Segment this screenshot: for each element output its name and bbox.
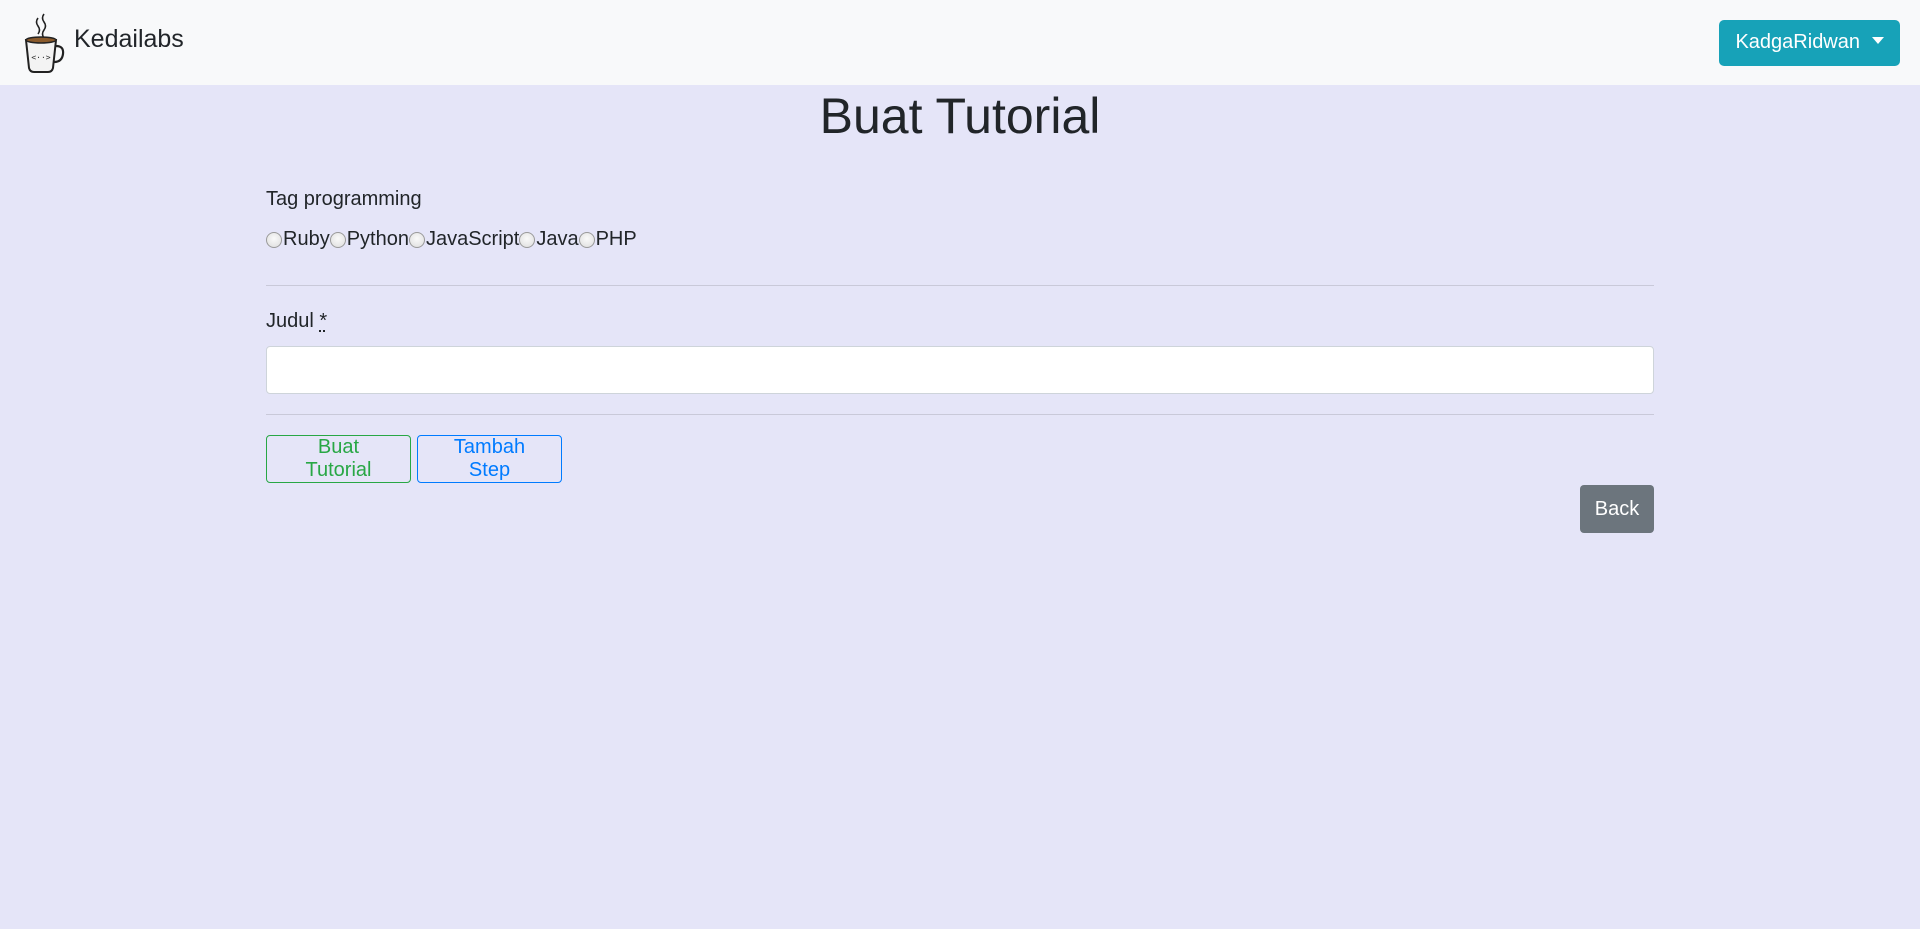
divider bbox=[266, 414, 1654, 415]
tag-option-label: Python bbox=[346, 228, 409, 250]
tag-option-label: Java bbox=[536, 228, 579, 250]
user-menu-label: KadgaRidwan bbox=[1735, 31, 1860, 53]
tag-option-javascript[interactable]: JavaScript bbox=[408, 228, 520, 251]
tag-option-java[interactable]: Java bbox=[519, 228, 579, 251]
navbar: <··> Kedailabs KadgaRidwan bbox=[0, 0, 1920, 85]
radio-button[interactable] bbox=[329, 231, 346, 248]
judul-label-text: Judul bbox=[266, 310, 314, 332]
tag-option-python[interactable]: Python bbox=[329, 228, 409, 251]
tag-option-php[interactable]: PHP bbox=[578, 228, 637, 251]
tag-option-ruby[interactable]: Ruby bbox=[266, 228, 330, 251]
brand-link[interactable]: <··> Kedailabs bbox=[20, 12, 184, 74]
radio-button[interactable] bbox=[408, 231, 425, 248]
divider bbox=[266, 285, 1654, 286]
page-title: Buat Tutorial bbox=[819, 88, 1101, 144]
radio-button[interactable] bbox=[266, 231, 282, 248]
user-menu-button[interactable]: KadgaRidwan bbox=[1719, 19, 1900, 66]
tag-option-label: JavaScript bbox=[425, 228, 520, 250]
brand-name: Kedailabs bbox=[74, 25, 184, 53]
radio-button[interactable] bbox=[519, 231, 536, 248]
caret-down-icon bbox=[1872, 37, 1884, 44]
judul-label: Judul * bbox=[266, 310, 327, 333]
tag-option-label: PHP bbox=[595, 228, 637, 250]
back-button[interactable]: Back bbox=[1580, 485, 1654, 533]
svg-text:<··>: <··> bbox=[31, 53, 50, 62]
add-step-button[interactable]: Tambah Step bbox=[417, 435, 562, 483]
tag-option-label: Ruby bbox=[283, 228, 330, 250]
tag-programming-label: Tag programming bbox=[266, 188, 422, 210]
tag-radio-group: Ruby Python JavaScript Java PHP bbox=[266, 228, 637, 251]
radio-button[interactable] bbox=[578, 231, 595, 248]
coffee-cup-code-icon: <··> bbox=[24, 13, 65, 73]
judul-input[interactable] bbox=[266, 346, 1654, 394]
create-tutorial-button[interactable]: Buat Tutorial bbox=[266, 435, 411, 483]
required-mark: * bbox=[319, 310, 328, 332]
